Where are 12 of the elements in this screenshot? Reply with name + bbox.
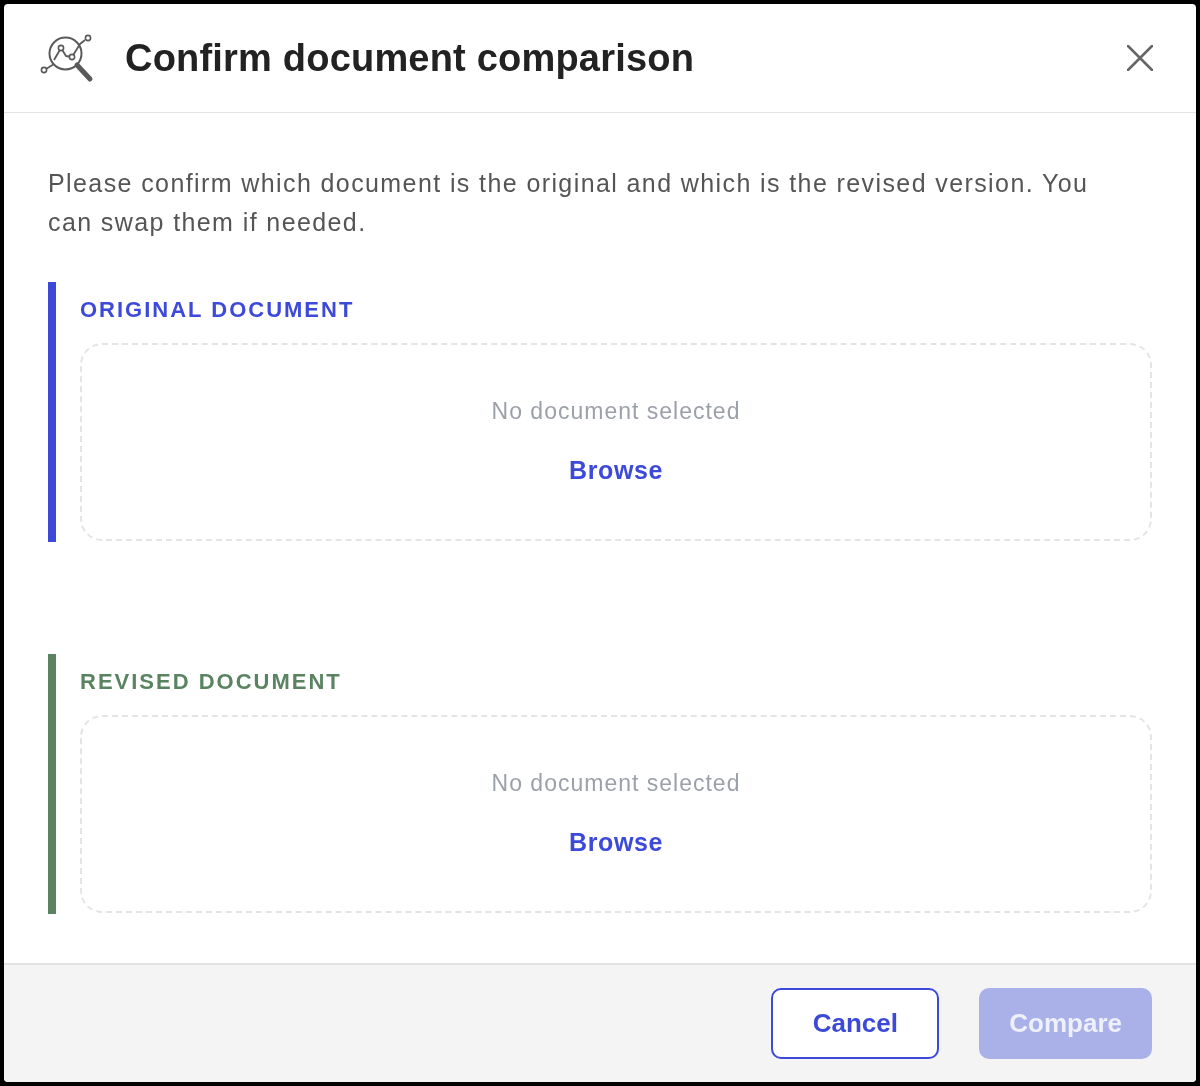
status-text: No document selected (491, 769, 741, 797)
cancel-button[interactable]: Cancel (771, 988, 940, 1059)
browse-link[interactable]: Browse (569, 455, 663, 485)
browse-link[interactable]: Browse (569, 827, 663, 857)
dialog-title: Confirm document comparison (125, 36, 696, 80)
drop-zone[interactable]: No document selected Browse (80, 343, 1152, 541)
description-text: Please confirm which document is the original and which is the revised version. You can swap them if needed. (48, 168, 1090, 238)
section-label: ORIGINAL DOCUMENT (80, 296, 356, 324)
status-text: No document selected (491, 397, 741, 425)
section-label: REVISED DOCUMENT (80, 668, 343, 696)
drop-zone[interactable]: No document selected Browse (80, 715, 1152, 913)
close-icon (1127, 45, 1153, 71)
